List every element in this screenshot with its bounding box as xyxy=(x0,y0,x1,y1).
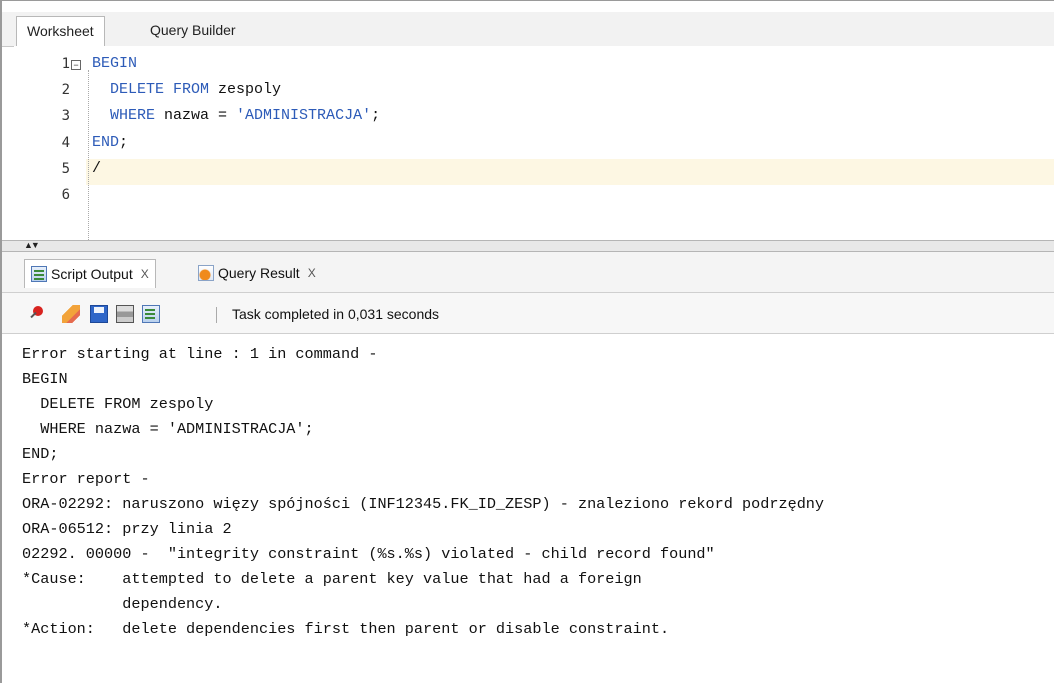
line-number-gutter: 1 2 3 4 5 6 xyxy=(14,46,70,240)
line-number: 1 xyxy=(61,56,70,72)
output-line: Error starting at line : 1 in command - xyxy=(22,345,378,363)
output-line: DELETE FROM zespoly xyxy=(22,395,214,413)
sql-editor[interactable]: 1 2 3 4 5 6 − BEGIN DELETE FROM zespoly … xyxy=(14,46,1054,240)
line-number: 3 xyxy=(61,108,70,124)
line-number: 2 xyxy=(61,82,70,98)
open-file-icon[interactable] xyxy=(142,305,160,323)
save-icon[interactable] xyxy=(90,305,108,323)
output-line: ORA-02292: naruszono więzy spójności (IN… xyxy=(22,495,825,513)
query-result-icon xyxy=(198,265,214,281)
code-line-2: DELETE FROM zespoly xyxy=(92,78,281,102)
collapse-block-icon[interactable]: − xyxy=(71,60,81,70)
line-number: 6 xyxy=(61,187,70,203)
script-output-icon xyxy=(31,266,47,282)
output-line: 02292. 00000 - "integrity constraint (%s… xyxy=(22,545,715,563)
fold-guide xyxy=(88,70,89,240)
task-status: Task completed in 0,031 seconds xyxy=(232,306,440,322)
output-tab-bar: Script Output X Query Result X xyxy=(2,252,1054,293)
code-line-4: END; xyxy=(92,131,128,155)
tab-worksheet[interactable]: Worksheet xyxy=(16,16,105,47)
code-keyword: END xyxy=(92,134,120,151)
code-line-3: WHERE nazwa = 'ADMINISTRACJA'; xyxy=(92,104,380,128)
tab-label: Script Output xyxy=(51,266,133,282)
splitter-arrows-icon[interactable]: ▲▼ xyxy=(24,240,40,250)
code-string: 'ADMINISTRACJA' xyxy=(236,107,372,124)
eraser-icon[interactable] xyxy=(62,305,80,323)
code-keyword: WHERE xyxy=(110,107,156,124)
output-toolbar: Task completed in 0,031 seconds xyxy=(2,293,1054,334)
tab-query-result[interactable]: Query Result X xyxy=(198,259,316,287)
code-text: / xyxy=(92,160,102,177)
output-line: *Action: delete dependencies first then … xyxy=(22,620,670,638)
code-keyword: BEGIN xyxy=(92,55,138,72)
code-keyword: DELETE FROM xyxy=(110,81,210,98)
worksheet-tab-bar: Worksheet Query Builder xyxy=(2,12,1054,47)
pin-icon[interactable] xyxy=(28,305,46,323)
print-icon[interactable] xyxy=(116,305,134,323)
code-line-5: / xyxy=(92,157,101,181)
tab-label: Query Result xyxy=(218,265,300,281)
close-tab-icon[interactable]: X xyxy=(308,259,316,287)
line-number: 4 xyxy=(61,135,70,151)
code-text: zespoly xyxy=(209,81,282,98)
line-number: 5 xyxy=(61,161,70,177)
current-line-highlight xyxy=(86,159,1054,185)
output-line: END; xyxy=(22,445,59,463)
close-tab-icon[interactable]: X xyxy=(141,260,149,288)
output-line: BEGIN xyxy=(22,370,68,388)
output-line: WHERE nazwa = 'ADMINISTRACJA'; xyxy=(22,420,314,438)
tab-script-output[interactable]: Script Output X xyxy=(24,259,156,288)
script-output-panel[interactable]: Error starting at line : 1 in command - … xyxy=(2,334,1054,683)
tab-query-builder[interactable]: Query Builder xyxy=(140,16,246,45)
code-text: ; xyxy=(119,134,129,151)
output-line: ORA-06512: przy linia 2 xyxy=(22,520,232,538)
code-text: nazwa = xyxy=(155,107,237,124)
pane-splitter[interactable] xyxy=(2,240,1054,252)
output-line: dependency. xyxy=(22,595,223,613)
code-line-1: BEGIN xyxy=(92,52,137,76)
code-text: ; xyxy=(371,107,381,124)
output-line: *Cause: attempted to delete a parent key… xyxy=(22,570,642,588)
output-line: Error report - xyxy=(22,470,150,488)
toolbar-separator xyxy=(216,307,217,323)
